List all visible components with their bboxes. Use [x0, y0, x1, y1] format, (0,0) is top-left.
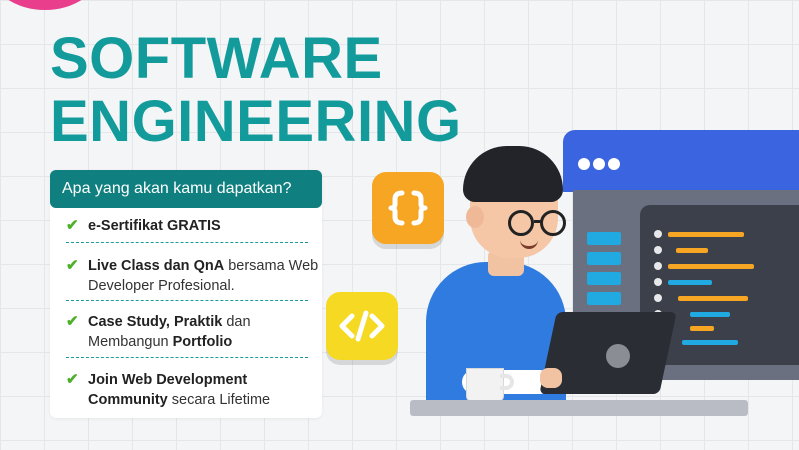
code-line [690, 326, 714, 331]
mug-illustration [466, 368, 504, 402]
divider [66, 242, 308, 243]
sidebar-block [587, 292, 621, 305]
code-line [668, 264, 754, 269]
code-line [668, 232, 744, 237]
benefit-text: secara Lifetime [167, 392, 271, 408]
benefit-bold-2: Portfolio [172, 334, 233, 350]
corner-decoration [0, 0, 100, 10]
benefit-bold: e-Sertifikat GRATIS [88, 218, 221, 234]
code-line-dot [654, 294, 662, 302]
check-icon: ✔ [66, 217, 79, 234]
benefit-bold: Case Study, Praktik [88, 314, 223, 330]
sidebar-block [587, 252, 621, 265]
code-line-dot [654, 246, 662, 254]
check-icon: ✔ [66, 313, 79, 330]
code-line [668, 280, 712, 285]
glasses-lens [540, 210, 566, 236]
page-title-line-2: ENGINEERING [50, 89, 462, 154]
window-dot [608, 158, 620, 170]
glasses-bridge [534, 220, 542, 223]
divider [66, 357, 308, 358]
sidebar-block [587, 232, 621, 245]
benefit-item: ✔ e-Sertifikat GRATIS [66, 216, 322, 236]
code-line-dot [654, 262, 662, 270]
code-line [678, 296, 748, 301]
desk-surface [410, 400, 748, 416]
laptop-logo [606, 344, 630, 368]
sidebar-block [587, 272, 621, 285]
check-icon: ✔ [66, 257, 79, 274]
benefit-item: ✔ Case Study, Praktik dan Membangun Port… [66, 312, 322, 352]
code-tag-icon [326, 292, 398, 360]
benefit-bold: Live Class dan QnA [88, 258, 225, 274]
benefit-item: ✔ Join Web Development Community secara … [66, 370, 322, 410]
person-hand [540, 368, 562, 388]
glasses-lens [508, 210, 534, 236]
code-line [676, 248, 708, 253]
benefits-card-header: Apa yang akan kamu dapatkan? [50, 170, 322, 208]
code-line [682, 340, 738, 345]
braces-icon [372, 172, 444, 244]
person-hair [463, 146, 563, 202]
code-line-dot [654, 278, 662, 286]
window-dot [578, 158, 590, 170]
benefit-item: ✔ Live Class dan QnA bersama Web Develop… [66, 256, 322, 296]
person-ear [466, 206, 484, 228]
window-dot [593, 158, 605, 170]
code-line [690, 312, 730, 317]
code-line-dot [654, 230, 662, 238]
divider [66, 300, 308, 301]
page-title-line-1: SOFTWARE [50, 26, 383, 91]
check-icon: ✔ [66, 371, 79, 388]
